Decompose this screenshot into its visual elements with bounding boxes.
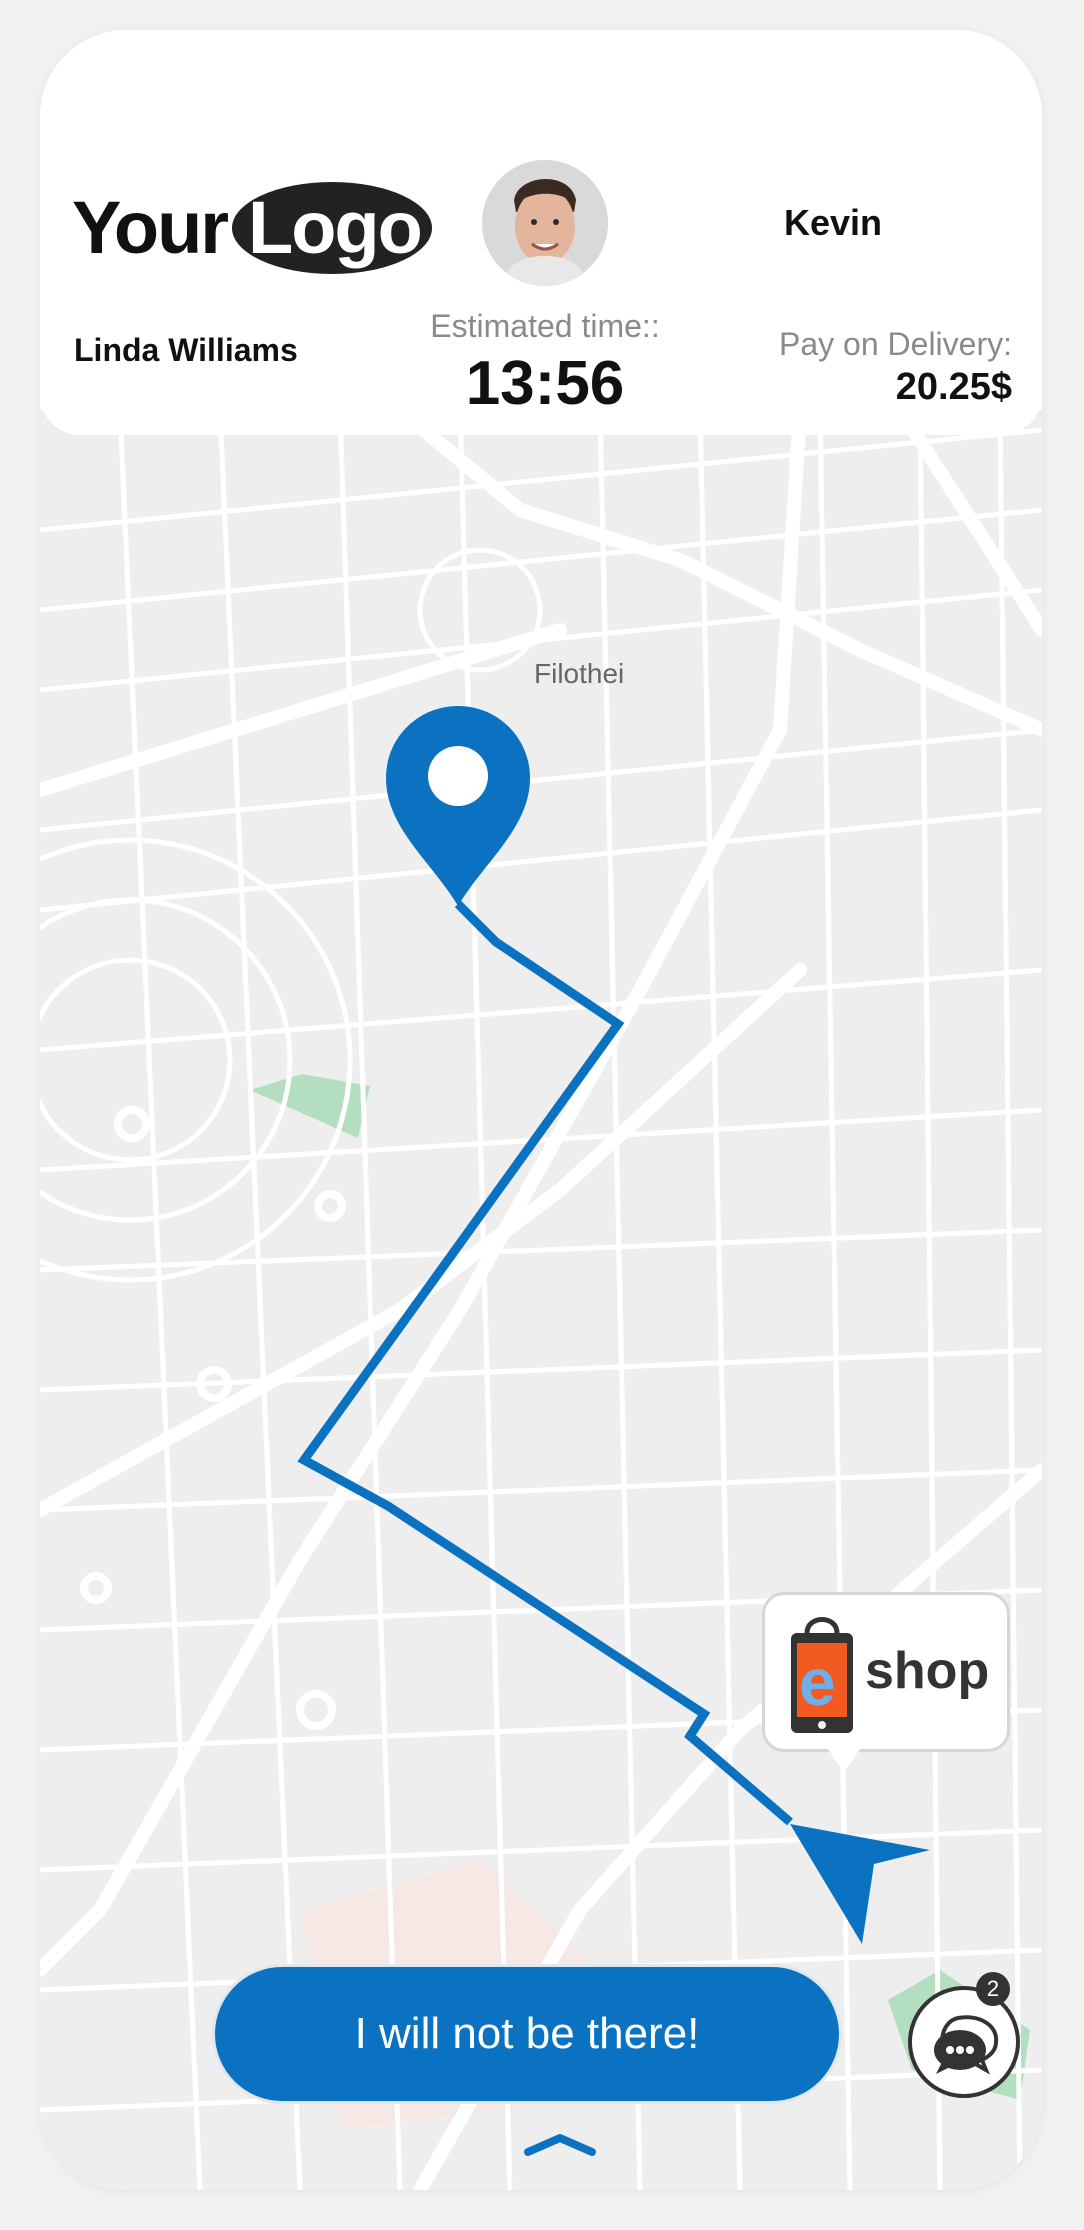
map-place-label: Filothei bbox=[534, 658, 625, 689]
chat-bubbles-icon bbox=[934, 2015, 999, 2075]
svg-text:e: e bbox=[799, 1645, 836, 1719]
eshop-callout[interactable]: e shop bbox=[762, 1592, 1010, 1752]
chevron-up-icon[interactable] bbox=[520, 2128, 600, 2158]
chat-unread-badge: 2 bbox=[976, 1972, 1010, 2006]
chat-button[interactable] bbox=[908, 1986, 1020, 2098]
driver-avatar[interactable] bbox=[482, 160, 608, 286]
eta-label: Estimated time:: bbox=[430, 308, 660, 344]
logo-word-logo: Logo bbox=[248, 186, 423, 269]
payment-label: Pay on Delivery: bbox=[779, 326, 1012, 362]
payment-amount: 20.25$ bbox=[895, 366, 1012, 408]
delivery-header: Your Logo Kevin Linda Williams Estimated… bbox=[40, 30, 1042, 435]
driver-name: Kevin bbox=[784, 202, 883, 243]
not-there-button[interactable]: I will not be there! bbox=[212, 1964, 842, 2104]
phone-frame: Your Logo Kevin Linda Williams Estimated… bbox=[40, 30, 1042, 2190]
eshop-text: shop bbox=[865, 1642, 990, 1700]
eshop-callout-pointer bbox=[828, 1749, 860, 1773]
logo-word-your: Your bbox=[72, 186, 229, 269]
eta-value: 13:56 bbox=[465, 349, 625, 418]
shopping-bag-icon: e bbox=[791, 1617, 853, 1733]
customer-name: Linda Williams bbox=[74, 332, 298, 368]
